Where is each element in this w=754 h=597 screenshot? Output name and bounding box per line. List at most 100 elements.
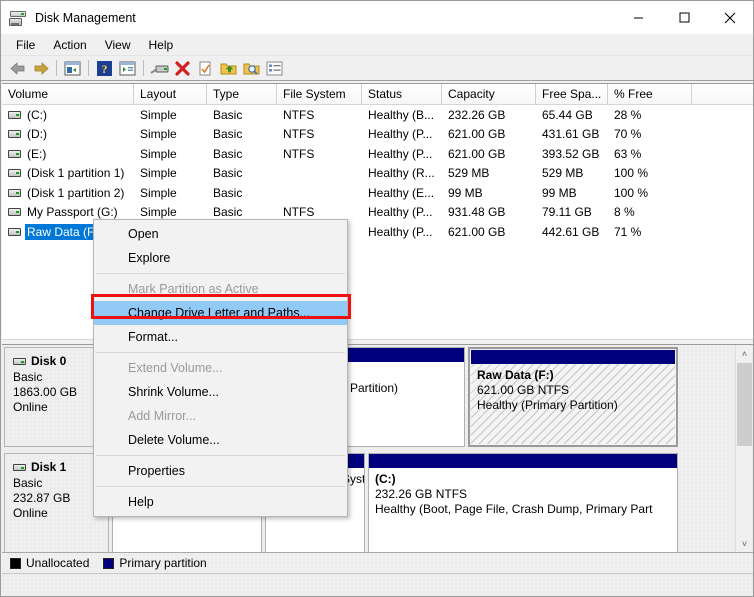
help-icon[interactable]: ? (93, 57, 116, 79)
column-header-status[interactable]: Status (362, 84, 442, 104)
table-row[interactable]: (Disk 1 partition 1)SimpleBasicHealthy (… (2, 164, 754, 184)
minimize-button[interactable] (615, 1, 661, 34)
column-header-layout[interactable]: Layout (134, 84, 207, 104)
volume-name: (D:) (26, 127, 47, 141)
partition-text: Raw Data (F:)621.00 GB NTFSHealthy (Prim… (471, 364, 675, 444)
menu-file[interactable]: File (7, 35, 44, 55)
volume-drive-icon (8, 169, 21, 177)
context-menu-item-explore[interactable]: Explore (94, 246, 347, 270)
context-menu-separator (96, 455, 345, 456)
disk-drive-icon (13, 464, 26, 471)
volume-cell[interactable]: My Passport (G:) (2, 205, 134, 219)
partition-color-bar (471, 350, 675, 364)
context-menu-item-help[interactable]: Help (94, 490, 347, 514)
scrollbar-thumb[interactable] (737, 363, 752, 446)
close-button[interactable] (707, 1, 753, 34)
table-row[interactable]: (C:)SimpleBasicNTFSHealthy (B...232.26 G… (2, 105, 754, 125)
table-row[interactable]: (Disk 1 partition 2)SimpleBasicHealthy (… (2, 183, 754, 203)
volume-drive-icon (8, 150, 21, 158)
column-header-free-spa[interactable]: Free Spa... (536, 84, 608, 104)
partition-status: Healthy (Boot, Page File, Crash Dump, Pr… (375, 502, 677, 517)
context-menu-item-open[interactable]: Open (94, 222, 347, 246)
delete-icon[interactable] (171, 57, 194, 79)
legend-label: Unallocated (26, 556, 89, 570)
context-menu-item-delete-volume[interactable]: Delete Volume... (94, 428, 347, 452)
properties-icon[interactable] (194, 57, 217, 79)
free-space-cell: 99 MB (536, 186, 608, 200)
status-cell: Healthy (P... (362, 147, 442, 161)
table-row[interactable]: (D:)SimpleBasicNTFSHealthy (P...621.00 G… (2, 125, 754, 145)
table-row[interactable]: (E:)SimpleBasicNTFSHealthy (P...621.00 G… (2, 144, 754, 164)
volume-drive-icon (8, 208, 21, 216)
volume-name: (C:) (26, 108, 47, 122)
free-space-cell: 431.61 GB (536, 127, 608, 141)
type-cell: Basic (207, 205, 277, 219)
volume-cell[interactable]: (Disk 1 partition 2) (2, 186, 134, 200)
status-cell: Healthy (R... (362, 166, 442, 180)
disk-name: Disk 0 (31, 354, 66, 369)
status-cell: Healthy (E... (362, 186, 442, 200)
svg-text:?: ? (102, 62, 108, 76)
menu-action[interactable]: Action (44, 35, 95, 55)
capacity-cell: 99 MB (442, 186, 536, 200)
type-cell: Basic (207, 127, 277, 141)
show-hide-console-tree-icon[interactable] (61, 57, 84, 79)
menu-view[interactable]: View (96, 35, 140, 55)
context-menu-item-add-mirror: Add Mirror... (94, 404, 347, 428)
scroll-down-arrow-icon[interactable]: ˅ (736, 535, 753, 552)
partition-name: (C:) (375, 472, 677, 487)
volume-drive-icon (8, 130, 21, 138)
type-cell: Basic (207, 166, 277, 180)
context-menu-item-change-drive-letter-and-paths[interactable]: Change Drive Letter and Paths... (94, 301, 347, 325)
column-header-blank[interactable] (692, 84, 754, 104)
context-menu-item-format[interactable]: Format... (94, 325, 347, 349)
column-header-capacity[interactable]: Capacity (442, 84, 536, 104)
volume-cell[interactable]: (D:) (2, 127, 134, 141)
partition-size-fs: 232.26 GB NTFS (375, 487, 677, 502)
volume-cell[interactable]: (E:) (2, 147, 134, 161)
context-menu-item-properties[interactable]: Properties (94, 459, 347, 483)
volume-name: (Disk 1 partition 1) (26, 166, 124, 180)
volume-name: Raw Data (F:) (25, 224, 104, 240)
toolbar: ? (1, 56, 753, 81)
export-list-icon[interactable] (217, 57, 240, 79)
legend-label: Primary partition (119, 556, 206, 570)
volume-list-header: VolumeLayoutTypeFile SystemStatusCapacit… (2, 84, 754, 105)
column-header-type[interactable]: Type (207, 84, 277, 104)
back-icon[interactable] (6, 57, 29, 79)
rescan-disks-icon[interactable] (148, 57, 171, 79)
partition-color-bar (369, 454, 677, 468)
graphical-view-scrollbar[interactable]: ˄ ˅ (735, 345, 752, 552)
toolbar-separator (56, 60, 57, 76)
free-space-cell: 65.44 GB (536, 108, 608, 122)
toolbar-separator (88, 60, 89, 76)
partition-block[interactable]: Raw Data (F:)621.00 GB NTFSHealthy (Prim… (468, 347, 678, 447)
context-menu-item-mark-partition-as-active: Mark Partition as Active (94, 277, 347, 301)
capacity-cell: 931.48 GB (442, 205, 536, 219)
volume-cell[interactable]: (C:) (2, 108, 134, 122)
forward-icon[interactable] (29, 57, 52, 79)
column-header-free[interactable]: % Free (608, 84, 692, 104)
capacity-cell: 621.00 GB (442, 225, 536, 239)
type-cell: Basic (207, 186, 277, 200)
partition-size-fs: 621.00 GB NTFS (477, 383, 675, 398)
legend-swatch (103, 558, 114, 569)
legend-item: Primary partition (103, 556, 206, 570)
find-icon[interactable] (240, 57, 263, 79)
maximize-button[interactable] (661, 1, 707, 34)
scroll-up-arrow-icon[interactable]: ˄ (736, 345, 753, 362)
context-menu-item-shrink-volume[interactable]: Shrink Volume... (94, 380, 347, 404)
disk-name: Disk 1 (31, 460, 66, 475)
layout-cell: Simple (134, 147, 207, 161)
list-view-icon[interactable] (263, 57, 286, 79)
show-hide-action-pane-icon[interactable] (116, 57, 139, 79)
context-menu-separator (96, 486, 345, 487)
column-header-volume[interactable]: Volume (2, 84, 134, 104)
volume-cell[interactable]: (Disk 1 partition 1) (2, 166, 134, 180)
partition-block[interactable]: (C:)232.26 GB NTFSHealthy (Boot, Page Fi… (368, 453, 678, 552)
capacity-cell: 621.00 GB (442, 127, 536, 141)
column-header-file-system[interactable]: File System (277, 84, 362, 104)
status-cell: Healthy (P... (362, 205, 442, 219)
status-bar (2, 573, 754, 597)
menu-help[interactable]: Help (140, 35, 183, 55)
